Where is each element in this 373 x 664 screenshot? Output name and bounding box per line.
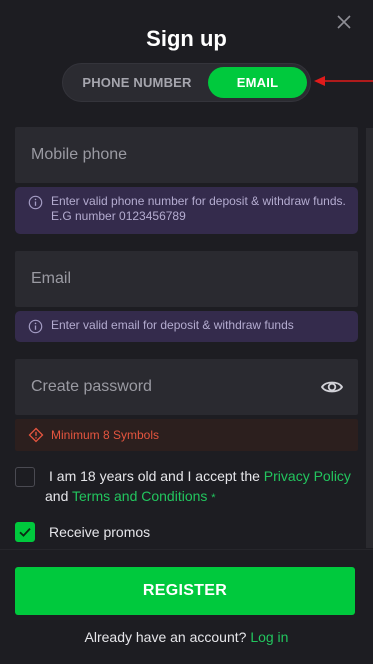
email-hint-text: Enter valid email for deposit & withdraw… (51, 318, 294, 332)
eye-icon (320, 381, 344, 393)
mobile-phone-field[interactable] (15, 127, 358, 183)
mobile-phone-input[interactable] (15, 127, 358, 183)
terms-and-text: and (45, 488, 72, 504)
annotation-arrow-icon (314, 76, 373, 86)
divider (0, 549, 373, 550)
terms-and-conditions-link[interactable]: Terms and Conditions (72, 488, 207, 504)
password-error-text: Minimum 8 Symbols (51, 428, 160, 442)
promos-label: Receive promos (49, 524, 151, 540)
email-input[interactable] (15, 251, 358, 307)
email-hint: Enter valid email for deposit & withdraw… (15, 311, 358, 342)
info-icon (28, 195, 43, 210)
phone-hint: Enter valid phone number for deposit & w… (15, 187, 358, 234)
warning-icon (28, 427, 44, 443)
login-prompt: Already have an account? (84, 629, 247, 645)
password-error: Minimum 8 Symbols (15, 419, 358, 451)
terms-text: I am 18 years old and I accept the (49, 468, 264, 484)
register-button[interactable]: REGISTER (15, 567, 355, 615)
info-icon (28, 319, 43, 334)
password-field[interactable] (15, 359, 358, 415)
phone-hint-text: Enter valid phone number for deposit & w… (51, 194, 346, 223)
signup-method-tabs: PHONE NUMBER EMAIL (62, 63, 311, 102)
login-link[interactable]: Log in (250, 629, 288, 645)
email-field[interactable] (15, 251, 358, 307)
scrollbar[interactable] (366, 128, 373, 548)
terms-checkbox[interactable] (15, 467, 35, 487)
required-mark: * (211, 492, 216, 504)
password-input[interactable] (15, 359, 358, 415)
terms-label: I am 18 years old and I accept the Priva… (45, 466, 359, 508)
promos-checkbox[interactable] (15, 522, 35, 542)
checkmark-icon (19, 527, 31, 537)
show-password-button[interactable] (320, 376, 344, 398)
login-prompt-row: Already have an account? Log in (0, 629, 373, 645)
signup-modal: Sign up PHONE NUMBER EMAIL Enter valid p… (0, 0, 373, 664)
tab-phone-number[interactable]: PHONE NUMBER (67, 67, 207, 98)
tab-email[interactable]: EMAIL (208, 67, 307, 98)
privacy-policy-link[interactable]: Privacy Policy (264, 468, 351, 484)
page-title: Sign up (146, 26, 227, 51)
